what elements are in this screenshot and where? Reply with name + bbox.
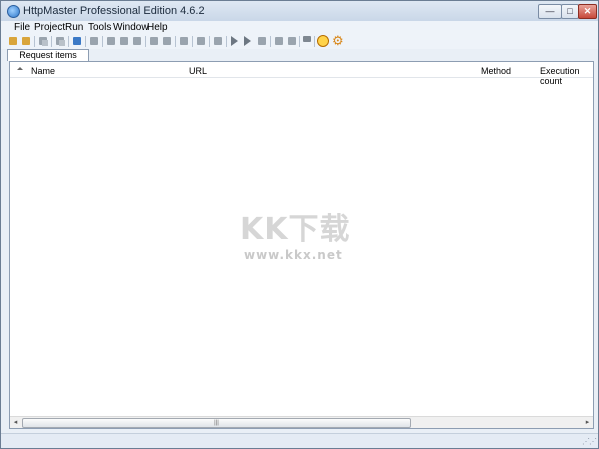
toolbar-separator <box>51 36 52 47</box>
settings-icon[interactable] <box>88 35 100 47</box>
list-icon[interactable] <box>195 35 207 47</box>
scroll-left-icon[interactable]: ◂ <box>11 418 20 427</box>
move-left-icon[interactable] <box>131 35 143 47</box>
close-button[interactable]: ✕ <box>578 4 597 19</box>
move-right-icon[interactable] <box>148 35 160 47</box>
validate-all-icon[interactable] <box>286 35 298 47</box>
menu-window[interactable]: Window <box>113 22 149 33</box>
scroll-thumb[interactable]: ||| <box>22 418 411 428</box>
status-bar: ⋰⋰ <box>1 433 598 448</box>
validate-icon[interactable] <box>273 35 285 47</box>
resize-grip-icon[interactable]: ⋰⋰ <box>582 437 597 446</box>
maximize-button[interactable]: □ <box>561 4 579 19</box>
column-url[interactable]: URL <box>189 66 207 76</box>
menu-run[interactable]: Run <box>65 22 83 33</box>
menu-file[interactable]: File <box>14 22 30 33</box>
toolbar-separator <box>34 36 35 47</box>
fast-forward-icon[interactable] <box>244 36 251 46</box>
watermark: KK下载 www.kkx.net <box>240 204 380 262</box>
watermark-title: KK下载 <box>240 212 351 247</box>
minimize-button[interactable]: — <box>538 4 562 19</box>
watermark-url: www.kkx.net <box>244 248 343 262</box>
tab-request-items[interactable]: Request items <box>7 49 89 61</box>
toolbar-separator <box>102 36 103 47</box>
scroll-right-icon[interactable]: ▸ <box>583 418 592 427</box>
column-method[interactable]: Method <box>481 66 511 76</box>
menu-tools[interactable]: Tools <box>88 22 111 33</box>
move-up-icon[interactable] <box>105 35 117 47</box>
window-title: HttpMaster Professional Edition 4.6.2 <box>23 5 205 17</box>
paste-icon[interactable] <box>54 35 66 47</box>
column-name[interactable]: Name <box>31 66 55 76</box>
toolbar-separator <box>175 36 176 47</box>
horizontal-scrollbar[interactable]: ◂ ||| ▸ <box>10 416 593 428</box>
indent-icon[interactable] <box>161 35 173 47</box>
app-window: HttpMaster Professional Edition 4.6.2 — … <box>0 0 599 449</box>
play-icon[interactable] <box>231 36 238 46</box>
gear-icon[interactable]: ⚙ <box>332 34 344 47</box>
toolbar-separator <box>226 36 227 47</box>
copy-icon[interactable] <box>37 35 49 47</box>
toolbar-separator <box>192 36 193 47</box>
column-execution-count[interactable]: Execution count <box>540 66 593 86</box>
lock-icon[interactable] <box>303 36 311 42</box>
add-folder-icon[interactable] <box>20 35 32 47</box>
menu-project[interactable]: Project <box>34 22 65 33</box>
toolbar-separator <box>314 36 315 47</box>
sort-ascending-icon[interactable] <box>17 67 23 70</box>
menu-bar: File Project Run Tools Window Help <box>1 21 598 35</box>
toolbar: ⚙ <box>1 34 598 49</box>
table-header: Name URL Method Execution count <box>10 62 593 86</box>
toolbar-separator <box>270 36 271 47</box>
request-items-panel: Name URL Method Execution count KK下载 www… <box>9 61 594 429</box>
toolbar-separator <box>209 36 210 47</box>
toolbar-separator <box>299 36 300 47</box>
run-to-icon[interactable] <box>256 35 268 47</box>
app-logo-icon <box>7 5 20 18</box>
move-down-icon[interactable] <box>118 35 130 47</box>
toolbar-separator <box>85 36 86 47</box>
toolbar-separator <box>68 36 69 47</box>
toolbar-separator <box>145 36 146 47</box>
add-request-icon[interactable] <box>7 35 19 47</box>
tab-strip: Request items <box>1 49 598 61</box>
menu-help[interactable]: Help <box>147 22 168 33</box>
execute-circle-icon[interactable] <box>317 35 329 47</box>
outdent-icon[interactable] <box>178 35 190 47</box>
import-icon[interactable] <box>71 35 83 47</box>
run-selected-icon[interactable] <box>212 35 224 47</box>
title-bar: HttpMaster Professional Edition 4.6.2 — … <box>1 1 598 21</box>
